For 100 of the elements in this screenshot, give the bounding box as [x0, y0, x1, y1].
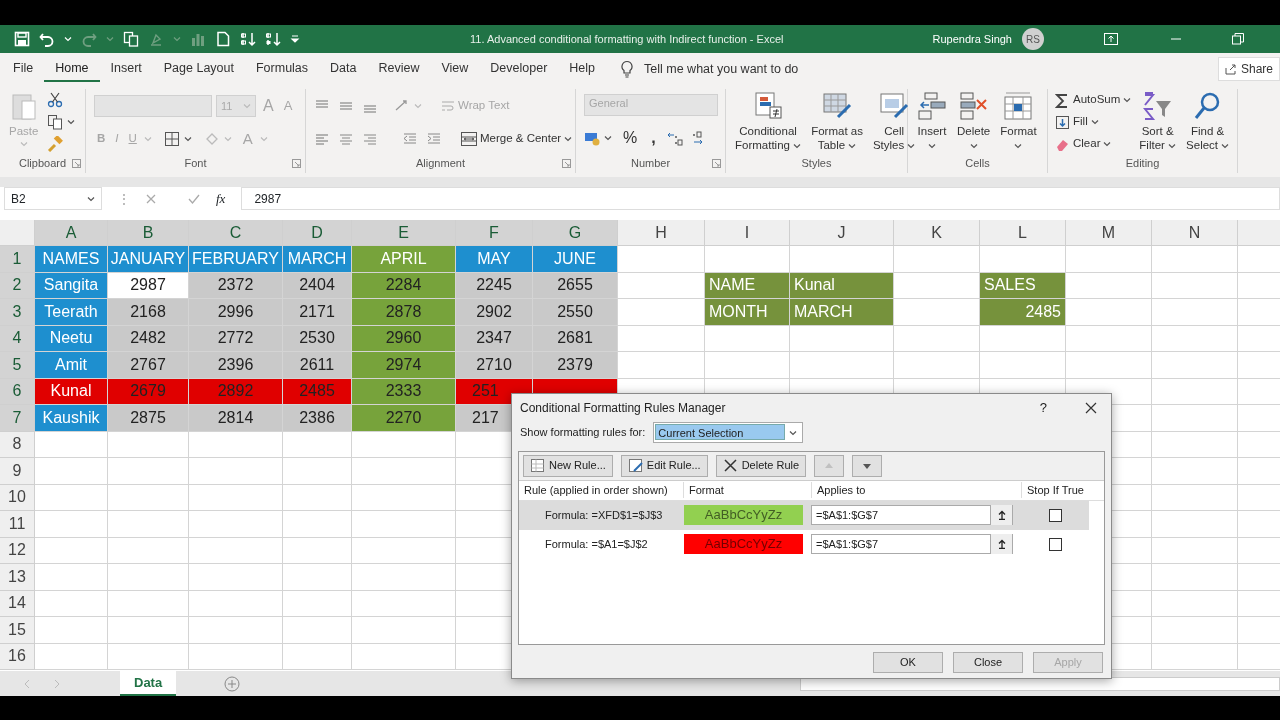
- empty-cell[interactable]: [894, 352, 980, 379]
- row-header[interactable]: 2: [0, 272, 35, 299]
- empty-cell[interactable]: [1152, 299, 1238, 326]
- empty-cell[interactable]: [894, 246, 980, 273]
- empty-cell[interactable]: [790, 352, 894, 379]
- empty-cell[interactable]: [189, 484, 283, 511]
- empty-cell[interactable]: [108, 643, 189, 670]
- applies-to-field[interactable]: =$A$1:$G$7: [811, 505, 1013, 525]
- row-header[interactable]: 3: [0, 299, 35, 326]
- empty-cell[interactable]: [980, 325, 1066, 352]
- empty-cell[interactable]: [283, 643, 352, 670]
- row-header[interactable]: 4: [0, 325, 35, 352]
- copy-icon[interactable]: [123, 31, 139, 47]
- empty-cell[interactable]: [352, 484, 456, 511]
- column-header[interactable]: M: [1066, 220, 1152, 246]
- ribbon-tab[interactable]: Page Layout: [152, 56, 245, 82]
- dialog-launcher-icon[interactable]: [72, 159, 81, 168]
- empty-cell[interactable]: [352, 617, 456, 644]
- ribbon-tab[interactable]: Data: [319, 56, 368, 82]
- empty-cell[interactable]: [1152, 537, 1238, 564]
- undo-icon[interactable]: [39, 31, 55, 47]
- column-header[interactable]: G: [533, 220, 618, 246]
- column-header[interactable]: J: [790, 220, 894, 246]
- empty-cell[interactable]: [1152, 325, 1238, 352]
- empty-cell[interactable]: [189, 431, 283, 458]
- empty-cell[interactable]: [283, 617, 352, 644]
- empty-cell[interactable]: [283, 537, 352, 564]
- empty-cell[interactable]: [1152, 458, 1238, 485]
- empty-cell[interactable]: [352, 511, 456, 538]
- empty-cell[interactable]: [352, 431, 456, 458]
- empty-cell[interactable]: [790, 325, 894, 352]
- column-header[interactable]: F: [456, 220, 533, 246]
- empty-cell[interactable]: [705, 325, 790, 352]
- close-icon[interactable]: [1085, 402, 1097, 414]
- sort-ascending-icon[interactable]: [240, 31, 256, 47]
- empty-cell[interactable]: [108, 458, 189, 485]
- sheet-tab[interactable]: Data: [120, 671, 177, 696]
- new-rule-button[interactable]: New Rule...: [523, 454, 613, 477]
- empty-cell[interactable]: [790, 246, 894, 273]
- empty-cell[interactable]: [1152, 564, 1238, 591]
- empty-cell[interactable]: [705, 246, 790, 273]
- empty-cell[interactable]: [189, 537, 283, 564]
- empty-cell[interactable]: [189, 590, 283, 617]
- cut-icon[interactable]: [47, 92, 64, 108]
- empty-cell[interactable]: [1152, 617, 1238, 644]
- empty-cell[interactable]: [1152, 246, 1238, 273]
- eraser-button[interactable]: Clear: [1052, 134, 1135, 154]
- row-header[interactable]: 8: [0, 431, 35, 458]
- column-header[interactable]: I: [705, 220, 790, 246]
- row-header[interactable]: 11: [0, 511, 35, 538]
- empty-cell[interactable]: [352, 537, 456, 564]
- ribbon-tab[interactable]: Insert: [99, 56, 153, 82]
- borders-icon[interactable]: [163, 130, 180, 147]
- save-icon[interactable]: [14, 31, 30, 47]
- empty-cell[interactable]: [980, 352, 1066, 379]
- column-header[interactable]: B: [108, 220, 189, 246]
- empty-cell[interactable]: [108, 564, 189, 591]
- search-button[interactable]: Find & Select: [1181, 89, 1235, 155]
- empty-cell[interactable]: [1066, 325, 1152, 352]
- ribbon-tab[interactable]: Home: [44, 56, 100, 82]
- delete-rule-button[interactable]: Delete Rule: [715, 454, 807, 477]
- stop-if-true-checkbox[interactable]: [1048, 508, 1062, 522]
- format-cells-button[interactable]: Format: [995, 89, 1042, 155]
- delete-cells-button[interactable]: Delete: [952, 89, 996, 155]
- ribbon-tab[interactable]: Formulas: [244, 56, 320, 82]
- empty-cell[interactable]: [283, 564, 352, 591]
- row-header[interactable]: 14: [0, 590, 35, 617]
- empty-cell[interactable]: [1152, 272, 1238, 299]
- empty-cell[interactable]: [705, 352, 790, 379]
- share-button[interactable]: Share: [1217, 57, 1280, 81]
- increase-indent-icon[interactable]: [426, 130, 442, 147]
- column-header[interactable]: A: [35, 220, 108, 246]
- column-header[interactable]: D: [283, 220, 352, 246]
- font-name-field[interactable]: [94, 94, 212, 117]
- name-box[interactable]: B2: [4, 187, 102, 210]
- fill-down-button[interactable]: Fill: [1052, 112, 1135, 132]
- empty-cell[interactable]: [352, 590, 456, 617]
- row-header[interactable]: 10: [0, 484, 35, 511]
- empty-cell[interactable]: [189, 617, 283, 644]
- empty-cell[interactable]: [1066, 352, 1152, 379]
- applies-to-field[interactable]: =$A$1:$G$7: [811, 534, 1013, 554]
- empty-cell[interactable]: [108, 431, 189, 458]
- sort-descending-icon[interactable]: [265, 31, 281, 47]
- empty-cell[interactable]: [352, 458, 456, 485]
- ribbon-tab[interactable]: File: [2, 56, 45, 82]
- dialog-button[interactable]: Close: [953, 651, 1023, 673]
- rule-row[interactable]: Formula: =XFD$1=$J$3 AaBbCcYyZz =$A$1:$G$7: [519, 500, 1089, 530]
- comma-style-button[interactable]: ,: [648, 124, 659, 151]
- column-header[interactable]: K: [894, 220, 980, 246]
- column-header[interactable]: C: [189, 220, 283, 246]
- empty-cell[interactable]: [1152, 352, 1238, 379]
- row-header[interactable]: 6: [0, 378, 35, 405]
- rule-row[interactable]: Formula: =$A1=$J$2 AaBbCcYyZz =$A$1:$G$7: [519, 529, 1089, 559]
- scroll-right-icon[interactable]: [54, 678, 60, 689]
- ribbon-display-icon[interactable]: [1104, 33, 1118, 45]
- add-sheet-icon[interactable]: [224, 676, 241, 693]
- ribbon-tab[interactable]: Review: [367, 56, 431, 82]
- copy-icon[interactable]: [47, 114, 64, 130]
- select-all-corner[interactable]: [0, 220, 35, 246]
- ribbon-tab[interactable]: View: [430, 56, 480, 82]
